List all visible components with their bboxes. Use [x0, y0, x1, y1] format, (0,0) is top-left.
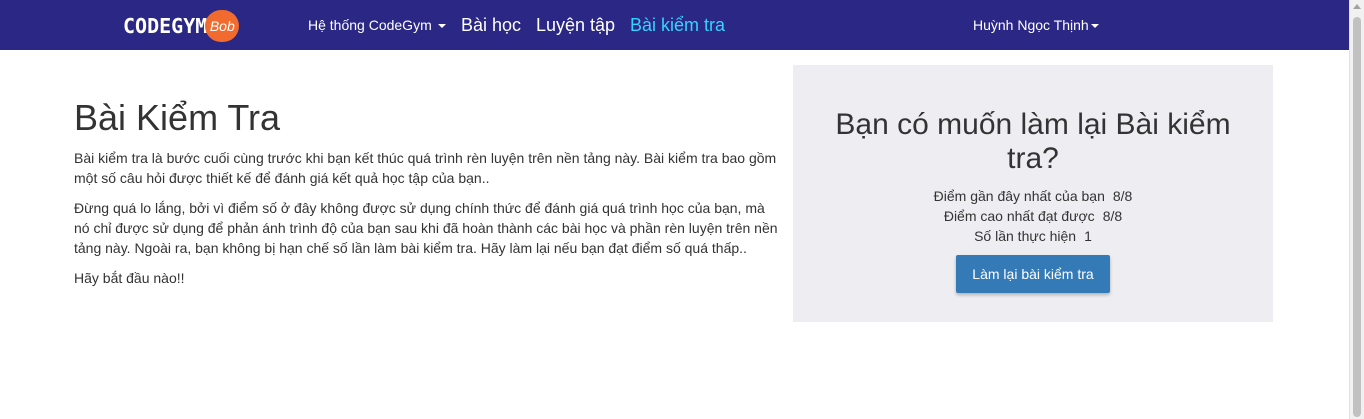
- retake-test-button[interactable]: Làm lại bài kiểm tra: [956, 255, 1110, 293]
- nav-item-label: Hệ thống CodeGym: [308, 17, 432, 33]
- stat-value: 8/8: [1112, 188, 1133, 204]
- nav-item-tests[interactable]: Bài kiểm tra: [630, 0, 725, 50]
- test-intro: Bài Kiểm Tra Bài kiểm tra là bước cuối c…: [74, 96, 784, 298]
- stat-label: Điểm gần đây nhất của bạn: [933, 188, 1105, 204]
- top-navbar: CODEGYM Bob Hệ thống CodeGym Bài học Luy…: [0, 0, 1349, 50]
- nav-item-lessons[interactable]: Bài học: [461, 0, 521, 50]
- stat-value: 8/8: [1102, 208, 1123, 224]
- intro-paragraph: Đừng quá lo lắng, bởi vì điểm số ở đây k…: [74, 200, 778, 256]
- retake-title: Bạn có muốn làm lại Bài kiểm tra?: [835, 108, 1231, 175]
- caret-down-icon: [1090, 24, 1099, 28]
- caret-down-icon: [437, 24, 446, 28]
- stat-label: Số lần thực hiện: [974, 228, 1077, 244]
- user-name: Huỳnh Ngọc Thịnh: [973, 17, 1089, 33]
- stat-attempt-count: Số lần thực hiện 1: [793, 226, 1273, 246]
- logo-badge: Bob: [205, 10, 240, 42]
- nav-item-label: Luyện tập: [536, 14, 616, 35]
- nav-item-practice[interactable]: Luyện tập: [536, 0, 615, 50]
- retake-panel: Bạn có muốn làm lại Bài kiểm tra? Điểm g…: [793, 65, 1273, 322]
- nav-item-label: Bài học: [461, 14, 522, 35]
- stat-value: 1: [1084, 228, 1092, 244]
- intro-paragraph: Bài kiểm tra là bước cuối cùng trước khi…: [74, 150, 777, 186]
- scroll-up-arrow-icon[interactable]: [1353, 4, 1361, 9]
- nav-item-label: Bài kiểm tra: [630, 14, 726, 35]
- page-title: Bài Kiểm Tra: [74, 97, 281, 138]
- stat-label: Điểm cao nhất đạt được: [943, 208, 1095, 224]
- logo-text: CODEGYM: [123, 14, 208, 38]
- stat-latest-score: Điểm gần đây nhất của bạn 8/8: [793, 186, 1273, 206]
- vertical-scrollbar[interactable]: [1349, 0, 1364, 419]
- nav-item-codegym-system[interactable]: Hệ thống CodeGym: [308, 0, 446, 50]
- user-menu[interactable]: Huỳnh Ngọc Thịnh: [973, 0, 1099, 50]
- stat-best-score: Điểm cao nhất đạt được 8/8: [793, 206, 1273, 226]
- intro-paragraph: Hãy bắt đầu nào!!: [74, 270, 185, 286]
- scrollbar-thumb[interactable]: [1353, 17, 1361, 417]
- codegym-logo[interactable]: CODEGYM Bob: [123, 10, 240, 42]
- page: CODEGYM Bob Hệ thống CodeGym Bài học Luy…: [0, 0, 1364, 419]
